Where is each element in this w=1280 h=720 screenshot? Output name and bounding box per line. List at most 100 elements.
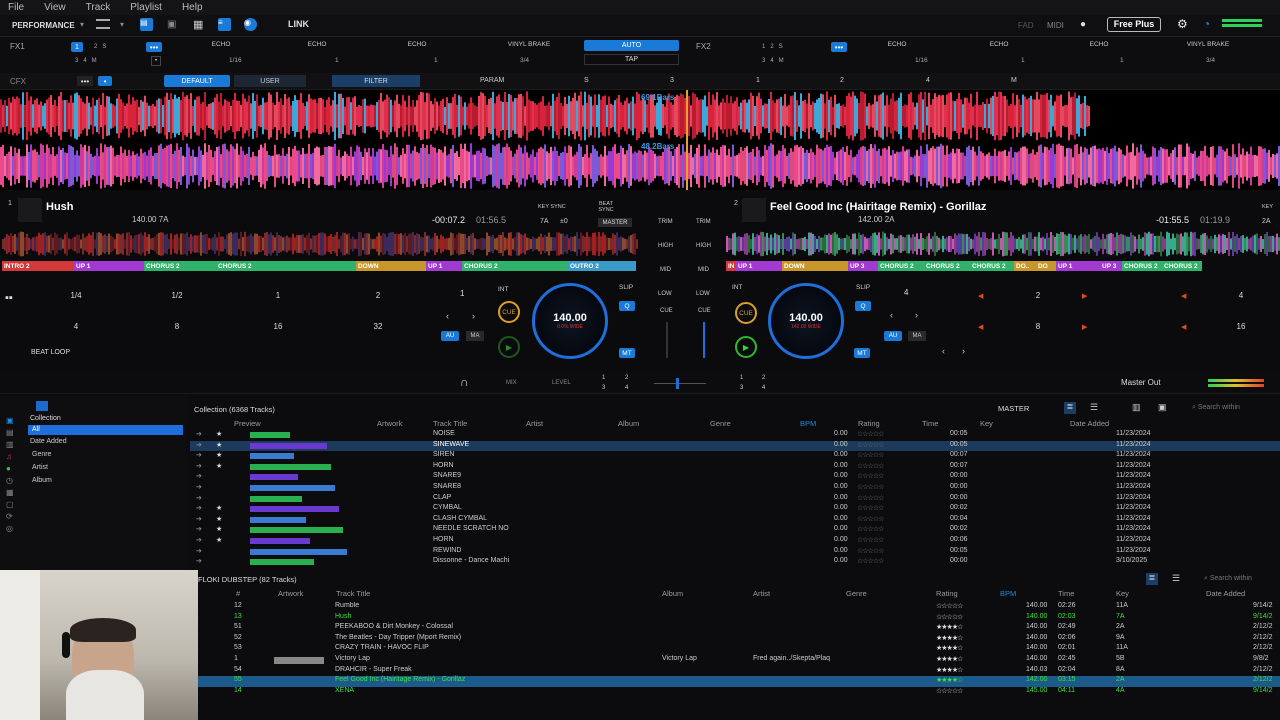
deck1-pad-mode-icon[interactable]: ▪▪ <box>5 292 13 304</box>
deck2-int[interactable]: INT <box>732 284 742 291</box>
star-icon[interactable]: ★ <box>216 430 222 438</box>
load-arrow-icon[interactable]: ➔ <box>196 430 202 438</box>
fx1-slot3[interactable]: ECHO <box>376 41 458 48</box>
tree-all[interactable]: All <box>32 426 40 433</box>
star-icon[interactable]: ★ <box>216 536 222 544</box>
detail-view-icon[interactable]: ☰ <box>1090 402 1098 413</box>
cfx-filter-button[interactable]: FILTER <box>332 75 420 87</box>
rating-stars[interactable]: ☆☆☆☆☆ <box>857 536 884 544</box>
tree-date-added[interactable]: Date Added <box>30 438 67 445</box>
hot-cue-segment[interactable]: CHORUS 2 <box>878 261 924 271</box>
mixer-low-2[interactable]: LOW <box>696 291 710 297</box>
rating-stars[interactable]: ★★★★☆ <box>936 655 963 663</box>
table-row[interactable]: ➔ ★ NEEDLE SCRATCH NO 0.00 ☆☆☆☆☆ 00:02 11/23/2… <box>190 525 1280 536</box>
cfx-default-tab[interactable]: DEFAULT <box>164 75 230 87</box>
fx1-deck-selects[interactable]: 2 S <box>94 44 106 50</box>
assign-6[interactable]: 2 <box>762 375 765 381</box>
preview-waveform[interactable] <box>250 538 310 544</box>
preview-waveform[interactable] <box>250 463 331 470</box>
hot-cue-segment[interactable]: UP 1 <box>736 261 782 271</box>
mixer-cue-2[interactable]: CUE <box>698 308 711 314</box>
record-icon[interactable]: ▣ <box>167 19 176 30</box>
devices-icon[interactable]: ▢ <box>6 500 18 509</box>
midi-button[interactable]: MIDI <box>1047 21 1064 30</box>
deck2-page-right-icon[interactable]: › <box>962 346 965 356</box>
load-arrow-icon[interactable]: ➔ <box>196 451 202 459</box>
deck1-au-button[interactable]: AU <box>441 331 459 341</box>
loop-in-icon[interactable]: ◀ <box>1181 292 1186 300</box>
fx2-deck-selects[interactable]: 1 2 S <box>762 44 783 50</box>
pcol-album[interactable]: Album <box>662 589 683 598</box>
pcol-date-added[interactable]: Date Added <box>1206 589 1245 598</box>
cfx-n4[interactable]: 4 <box>926 77 930 84</box>
mode-select[interactable]: PERFORMANCE <box>12 21 75 30</box>
sampler-icon[interactable]: ◉ <box>244 18 257 31</box>
master-out-select[interactable]: Master Out <box>1121 378 1161 387</box>
assign-5[interactable]: 1 <box>740 375 743 381</box>
table-row[interactable]: ➔ ★ SIREN 0.00 ☆☆☆☆☆ 00:07 11/23/2024 <box>190 451 1280 462</box>
load-arrow-icon[interactable]: ➔ <box>196 525 202 533</box>
itunes-icon[interactable]: ♫ <box>6 452 18 461</box>
deck1-int[interactable]: INT <box>498 286 508 293</box>
cfx-n1[interactable]: 1 <box>756 77 760 84</box>
deck1-loop-right-icon[interactable]: › <box>472 311 475 321</box>
view-master-select[interactable]: MASTER <box>998 404 1029 413</box>
preview-waveform[interactable] <box>250 548 347 555</box>
mixer-high-1[interactable]: HIGH <box>658 243 673 249</box>
assign-2[interactable]: 2 <box>625 375 628 381</box>
cfx-user-tab[interactable]: USER <box>234 75 306 87</box>
pcol-title[interactable]: Track Title <box>336 589 370 598</box>
fx2-param3[interactable]: 1 <box>1120 57 1124 64</box>
beat-loop-pad[interactable]: 1 <box>248 291 308 300</box>
deck1-jog-wheel[interactable]: 140.00 0.0% WIDE <box>532 283 608 359</box>
deck2-page-left-icon[interactable]: ‹ <box>942 346 945 356</box>
col-rating[interactable]: Rating <box>858 419 880 428</box>
layout-chevron-icon[interactable]: ▾ <box>120 20 124 29</box>
assign-7[interactable]: 3 <box>740 385 743 391</box>
menu-track[interactable]: Track <box>86 2 111 13</box>
rating-stars[interactable]: ☆☆☆☆☆ <box>857 483 884 491</box>
mixer-mid-1[interactable]: MID <box>660 267 671 273</box>
load-arrow-icon[interactable]: ➔ <box>196 504 202 512</box>
channel1-fader[interactable] <box>666 322 668 358</box>
playlist-search-input[interactable]: ⌕ Search within <box>1204 575 1252 583</box>
collection-icon[interactable] <box>36 401 48 411</box>
load-arrow-icon[interactable]: ➔ <box>196 483 202 491</box>
tree-genre[interactable]: Genre <box>32 451 51 458</box>
assign-3[interactable]: 3 <box>602 385 605 391</box>
rating-stars[interactable]: ★★★★☆ <box>936 644 963 652</box>
browse-view-icon[interactable]: ▤ <box>140 18 153 31</box>
collection-tree-icon[interactable]: ▣ <box>6 416 18 425</box>
loop-in-icon[interactable]: ◀ <box>1181 323 1186 331</box>
deck1-cue-button[interactable]: CUE <box>498 301 520 323</box>
mixer-low-1[interactable]: LOW <box>658 291 672 297</box>
star-icon[interactable]: ★ <box>216 451 222 459</box>
fx2-vinyl-brake[interactable]: VINYL BRAKE <box>1168 41 1248 48</box>
fx1-param2[interactable]: 1 <box>335 57 339 64</box>
tree-album[interactable]: Album <box>32 477 52 484</box>
preview-waveform[interactable] <box>250 527 343 534</box>
table-row[interactable]: 13 Hush ☆☆☆☆☆ 140.00 02:03 7A 9/14/2 <box>198 613 1280 624</box>
mixer-trim-2[interactable]: TRIM <box>696 219 711 225</box>
cfx-n3[interactable]: 3 <box>670 77 674 84</box>
loop-out-icon[interactable]: ▶ <box>1082 323 1087 331</box>
deck2-loop-left-icon[interactable]: ‹ <box>890 310 893 320</box>
hot-cue-segment[interactable]: UP 1 <box>74 261 144 271</box>
fx1-deck1-toggle[interactable]: 1 <box>71 42 83 52</box>
load-arrow-icon[interactable]: ➔ <box>196 472 202 480</box>
col-artwork[interactable]: Artwork <box>377 419 402 428</box>
assign-1[interactable]: 1 <box>602 375 605 381</box>
preview-waveform[interactable] <box>250 485 335 491</box>
load-arrow-icon[interactable]: ➔ <box>196 515 202 523</box>
loop-out-icon[interactable]: ▶ <box>1082 292 1087 300</box>
fx1-param3[interactable]: 1 <box>434 57 438 64</box>
pcol-rating[interactable]: Rating <box>936 589 958 598</box>
deck1-slip[interactable]: SLIP <box>619 284 633 291</box>
star-icon[interactable]: ★ <box>216 515 222 523</box>
hot-cue-segment[interactable]: UP 1 <box>1056 261 1100 271</box>
fx2-slot1[interactable]: ECHO <box>856 41 938 48</box>
rating-stars[interactable]: ☆☆☆☆☆ <box>857 430 884 438</box>
table-row[interactable]: ➔ REWIND 0.00 ☆☆☆☆☆ 00:05 11/23/2024 <box>190 547 1280 558</box>
table-row[interactable]: ➔ CLAP 0.00 ☆☆☆☆☆ 00:00 11/23/2024 <box>190 494 1280 505</box>
pcol-genre[interactable]: Genre <box>846 589 867 598</box>
